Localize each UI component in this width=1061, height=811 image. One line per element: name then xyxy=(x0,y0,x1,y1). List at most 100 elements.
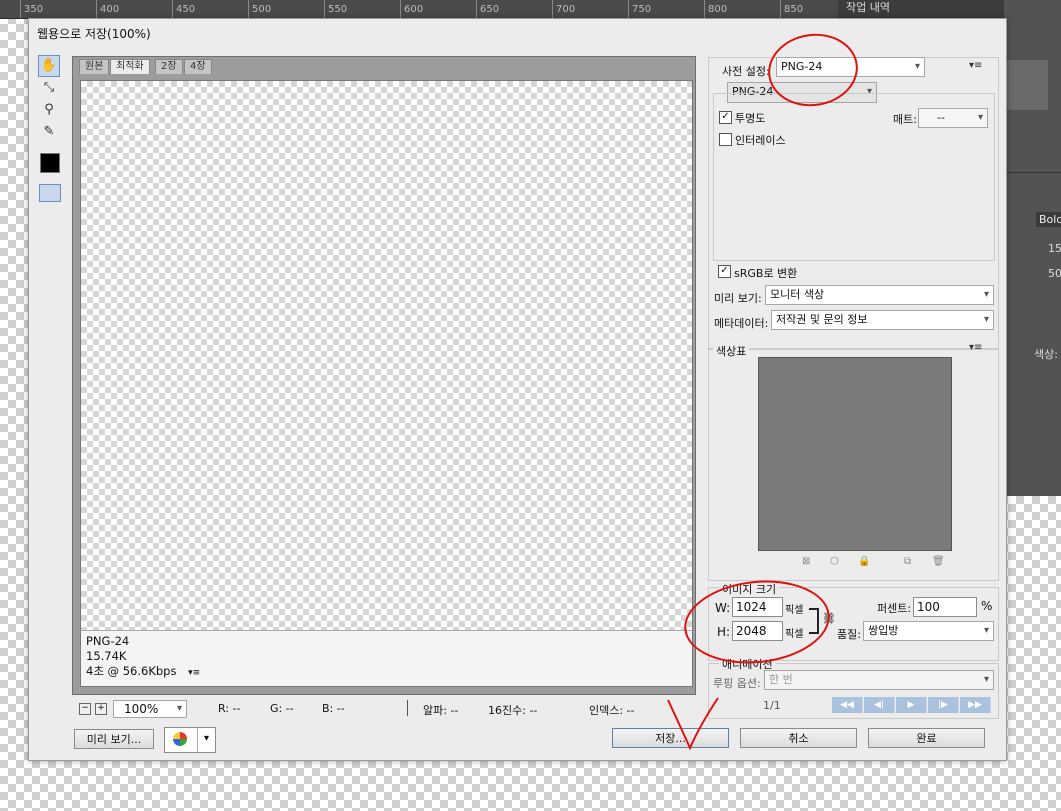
tab-2up[interactable]: 2장 xyxy=(155,59,183,74)
transparency-checkbox[interactable]: ✓ xyxy=(719,111,732,124)
info-speed: 4초 @ 56.6Kbps xyxy=(86,664,177,678)
color-table-title: 색상표 xyxy=(713,343,750,359)
play-icon[interactable]: ▶ xyxy=(896,697,927,713)
metadata-value: 저작권 및 문의 정보 xyxy=(776,313,868,326)
chevron-down-icon: ▾ xyxy=(983,625,989,636)
tracking-value[interactable]: 50 xyxy=(1048,267,1061,280)
quality-label: 품질: xyxy=(837,628,861,641)
preview-color-select[interactable]: 모니터 색상 ▾ xyxy=(765,285,994,305)
status-hex: 16진수: -- xyxy=(488,704,538,717)
first-frame-icon[interactable]: ◀◀ xyxy=(832,697,863,713)
status-r: R: -- xyxy=(218,702,241,715)
ruler-tick: 600 xyxy=(400,0,423,18)
web-shift-icon[interactable]: ⬡ xyxy=(830,556,839,567)
eyedropper-icon[interactable]: ✎ xyxy=(38,121,60,143)
tab-optimized[interactable]: 최적화 xyxy=(110,59,150,74)
zoom-value: 100% xyxy=(124,702,159,716)
divider xyxy=(407,700,408,716)
status-index: 인덱스: -- xyxy=(589,704,635,717)
preset-label: 사전 설정: xyxy=(722,65,770,78)
chevron-down-icon: ▾ xyxy=(983,289,989,300)
speed-menu-icon[interactable]: ▾≡ xyxy=(188,668,200,678)
cancel-button[interactable]: 취소 xyxy=(740,728,857,748)
browser-select[interactable]: ▾ xyxy=(164,727,216,753)
matte-value: -- xyxy=(937,111,945,124)
status-g: G: -- xyxy=(270,702,294,715)
preview-color-value: 모니터 색상 xyxy=(770,288,825,301)
info-size: 15.74K xyxy=(86,649,127,663)
settings-menu-icon[interactable]: ▾≡ xyxy=(969,60,982,71)
loop-value: 한 번 xyxy=(769,673,793,686)
loop-label: 루핑 옵션: xyxy=(713,677,761,690)
ruler-tick: 500 xyxy=(248,0,271,18)
chevron-down-icon: ▾ xyxy=(176,703,182,714)
zoom-icon[interactable]: ⚲ xyxy=(38,99,60,121)
color-swatch[interactable] xyxy=(40,153,60,173)
quality-select[interactable]: 쌍입방 ▾ xyxy=(863,621,994,641)
interlace-label: 인터레이스 xyxy=(735,134,786,147)
percent-unit: % xyxy=(981,599,993,613)
panel-strip xyxy=(1004,60,1048,110)
save-for-web-dialog: 웹용으로 저장(100%) ✋ ⤡ ⚲ ✎ 원본 최적화 2장 4장 PNG-2… xyxy=(28,18,1007,761)
tab-4up[interactable]: 4장 xyxy=(184,59,212,74)
color-table-menu-icon[interactable]: ▾≡ xyxy=(969,342,982,353)
metadata-label: 메타데이터: xyxy=(714,317,769,330)
slice-visibility-icon[interactable] xyxy=(39,184,61,202)
loop-select[interactable]: 한 번 ▾ xyxy=(764,670,994,690)
optimization-info: PNG-24 15.74K 4초 @ 56.6Kbps ▾≡ xyxy=(80,630,693,687)
matte-select[interactable]: -- ▾ xyxy=(918,108,988,128)
font-style-select[interactable]: Bold xyxy=(1036,212,1061,227)
ruler-tick: 400 xyxy=(96,0,119,18)
chevron-down-icon: ▾ xyxy=(983,314,989,325)
preview-button[interactable]: 미리 보기... xyxy=(74,729,154,749)
lock-color-icon[interactable]: 🔒 xyxy=(858,556,870,567)
metadata-select[interactable]: 저작권 및 문의 정보 ▾ xyxy=(771,310,994,330)
ruler-tick: 850 xyxy=(780,0,803,18)
srgb-checkbox[interactable]: ✓ xyxy=(718,265,731,278)
done-button[interactable]: 완료 xyxy=(868,728,985,748)
next-frame-icon[interactable]: |▶ xyxy=(928,697,959,713)
history-panel-title: 작업 내역 xyxy=(846,1,890,14)
ruler-tick: 800 xyxy=(704,0,727,18)
hand-icon[interactable]: ✋ xyxy=(38,55,60,77)
ruler-tick: 450 xyxy=(172,0,195,18)
color-label: 색상: xyxy=(1034,348,1058,361)
map-color-icon[interactable]: ⊠ xyxy=(802,556,810,567)
last-frame-icon[interactable]: ▶▶ xyxy=(960,697,991,713)
chevron-down-icon: ▾ xyxy=(983,674,989,685)
status-alpha: 알파: -- xyxy=(423,704,459,717)
color-table-swatches xyxy=(758,357,952,551)
zoom-select[interactable]: 100% ▾ xyxy=(113,700,187,718)
ruler-tick: 350 xyxy=(20,0,43,18)
new-color-icon[interactable]: ⧉ xyxy=(904,556,911,567)
trash-icon[interactable]: 🗑 xyxy=(932,556,945,567)
chevron-down-icon: ▾ xyxy=(197,728,215,752)
ruler-tick: 700 xyxy=(552,0,575,18)
animation-controls: ◀◀ ◀| ▶ |▶ ▶▶ xyxy=(832,697,994,713)
ruler: 350 400 450 500 550 600 650 700 750 800 … xyxy=(0,0,845,19)
transparency-label: 투명도 xyxy=(735,112,766,125)
previous-frame-icon[interactable]: ◀| xyxy=(864,697,895,713)
preview-area: 원본 최적화 2장 4장 PNG-24 15.74K 4초 @ 56.6Kbps… xyxy=(72,56,696,695)
ruler-tick: 550 xyxy=(324,0,347,18)
ruler-tick: 750 xyxy=(628,0,651,18)
matte-label: 매트: xyxy=(893,113,917,126)
percent-field[interactable]: 100 xyxy=(913,597,977,617)
zoom-in-button[interactable]: + xyxy=(95,703,107,715)
character-panel: Bold 15 50 색상: xyxy=(1004,0,1061,496)
preview-color-label: 미리 보기: xyxy=(714,292,762,305)
chevron-down-icon: ▾ xyxy=(914,61,920,72)
slice-select-icon[interactable]: ⤡ xyxy=(38,77,60,99)
browser-icon xyxy=(173,732,187,746)
interlace-checkbox[interactable] xyxy=(719,133,732,146)
font-size-value[interactable]: 15 xyxy=(1048,242,1061,255)
zoom-out-button[interactable]: − xyxy=(79,703,91,715)
ruler-tick: 650 xyxy=(476,0,499,18)
annotation-arrow xyxy=(667,697,719,751)
preview-canvas[interactable] xyxy=(80,80,693,631)
frame-counter: 1/1 xyxy=(763,699,781,712)
chevron-down-icon: ▾ xyxy=(977,112,983,123)
tab-original[interactable]: 원본 xyxy=(79,59,110,74)
status-b: B: -- xyxy=(322,702,345,715)
srgb-label: sRGB로 변환 xyxy=(734,267,798,280)
